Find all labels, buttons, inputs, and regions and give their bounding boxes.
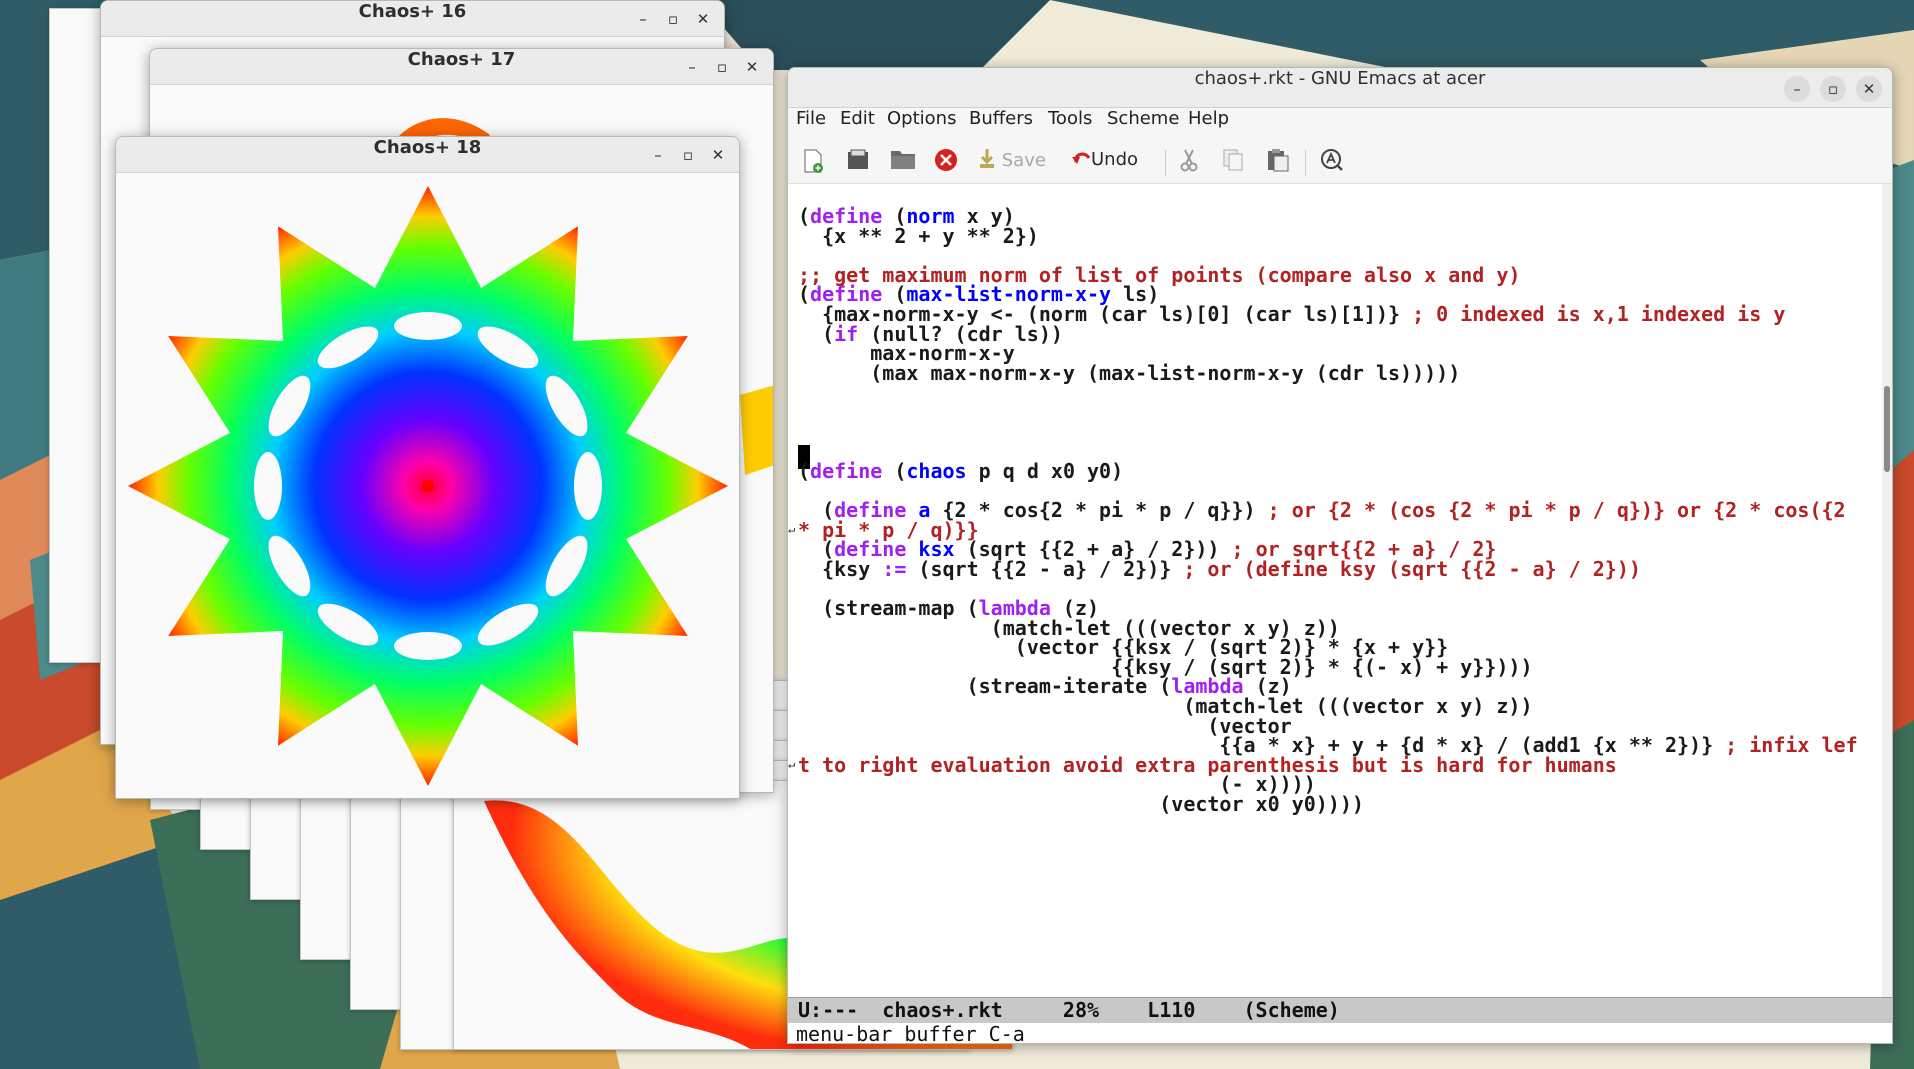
menu-file[interactable]: File [796, 108, 826, 142]
fractal-gap [591, 649, 612, 670]
fractal-gap [254, 452, 282, 520]
line-wrap-arrow-icon: ↵ [788, 756, 796, 771]
fractal-gap [354, 712, 375, 733]
mode-line: U:--- chaos+.rkt 28% L110 (Scheme) [788, 997, 1892, 1023]
vertical-scrollbar[interactable] [1882, 184, 1892, 1043]
line-wrap-arrow-icon: ↵ [788, 521, 796, 536]
title-bar[interactable]: Chaos+ 16 – ▫ ✕ [101, 1, 724, 37]
fractal-gap [394, 312, 462, 340]
chaos18-window[interactable]: Chaos+ 18 – ▫ ✕ [115, 136, 740, 799]
open-file-icon[interactable] [846, 148, 870, 178]
emacs-window[interactable]: chaos+.rkt - GNU Emacs at acer – ▫ ✕ Fil… [787, 67, 1893, 1044]
maximize-icon[interactable]: ▫ [675, 142, 701, 168]
maximize-icon[interactable]: ▫ [709, 54, 735, 80]
fractal-gap [394, 632, 462, 660]
close-buffer-icon[interactable] [934, 148, 958, 178]
minimize-icon[interactable]: – [645, 142, 671, 168]
menu-bar: File Edit Options Buffers Tools Scheme H… [788, 108, 1892, 142]
code-comment: ; infix lef [1725, 733, 1858, 758]
window-title: chaos+.rkt - GNU Emacs at acer [1194, 68, 1486, 89]
code-text: p q d x0 y0) [966, 458, 1124, 483]
code-line: (vector x0 y0)))) [798, 792, 1364, 816]
code-comment: ; or {2 * (cos {2 * pi * p / q})} or {2 … [1267, 498, 1858, 522]
close-icon[interactable]: ✕ [705, 142, 731, 168]
code-line: {ksy := (sqrt {{2 - a} / 2})} ; or (defi… [798, 557, 1641, 581]
plot-canvas [116, 173, 739, 798]
paste-icon[interactable] [1266, 148, 1290, 178]
fractal-gap [244, 649, 265, 670]
fractal-gap [654, 412, 675, 433]
fractal-center [422, 480, 434, 492]
copy-icon[interactable] [1222, 148, 1244, 178]
minimize-icon[interactable]: – [630, 6, 656, 32]
code-text: ( [882, 458, 907, 483]
title-bar[interactable]: Chaos+ 18 – ▫ ✕ [116, 137, 739, 173]
close-icon[interactable]: ✕ [1856, 76, 1882, 102]
menu-scheme[interactable]: Scheme [1107, 108, 1179, 142]
toolbar-separator [1165, 150, 1166, 176]
title-bar[interactable]: Chaos+ 17 – ▫ ✕ [150, 49, 773, 85]
code-text: (max max-norm-x-y (max-list-norm-x-y (cd… [798, 360, 1461, 385]
undo-button[interactable]: Undo [1071, 148, 1138, 178]
undo-label: Undo [1091, 149, 1139, 170]
code-keyword: define [810, 458, 883, 483]
code-editor-buffer[interactable]: (define (norm x y) {x ** 2 + y ** 2});; … [788, 184, 1884, 1043]
search-icon[interactable] [1320, 148, 1344, 178]
maximize-icon[interactable]: ▫ [660, 6, 686, 32]
tool-bar: Save Undo [788, 142, 1892, 184]
close-icon[interactable]: ✕ [690, 6, 716, 32]
save-button[interactable]: Save [978, 148, 1046, 178]
code-text: (vector x0 y0)))) [798, 792, 1364, 816]
fractal-gap [574, 452, 602, 520]
code-comment: ; or (define ksy (sqrt {{2 - a} / 2})) [1183, 556, 1641, 581]
open-directory-icon[interactable] [890, 148, 916, 178]
code-line: (define (chaos p q d x0 y0) [798, 459, 1123, 483]
fractal-gap [481, 239, 502, 260]
close-icon[interactable]: ✕ [739, 54, 765, 80]
code-keyword: := [882, 556, 907, 581]
menu-help[interactable]: Help [1188, 108, 1229, 142]
fractal-gap [654, 539, 675, 560]
fractal-gap [354, 239, 375, 260]
code-text: {x ** 2 + y ** 2}) [798, 223, 1039, 248]
menu-tools[interactable]: Tools [1048, 108, 1092, 142]
fractal-gap [181, 412, 202, 433]
scrollbar-thumb[interactable] [1884, 386, 1890, 472]
fractal-gap [181, 539, 202, 560]
code-text: ( [798, 458, 811, 483]
code-comment: ; 0 indexed is x,1 indexed is y [1412, 302, 1786, 326]
code-text: {ksy [798, 556, 883, 581]
menu-edit[interactable]: Edit [840, 108, 875, 142]
maximize-icon[interactable]: ▫ [1820, 76, 1846, 102]
echo-area[interactable]: menu-bar buffer C-a [788, 1023, 1892, 1043]
fractal-gap [481, 712, 502, 733]
fractal-gap [591, 302, 612, 323]
new-file-icon[interactable] [802, 148, 824, 178]
title-bar[interactable]: chaos+.rkt - GNU Emacs at acer – ▫ ✕ [788, 68, 1892, 108]
code-function-name: chaos [906, 458, 967, 483]
code-text: (sqrt {{2 - a} / 2})} [906, 556, 1184, 581]
menu-options[interactable]: Options [887, 108, 956, 142]
fractal-plot [128, 186, 728, 786]
menu-buffers[interactable]: Buffers [969, 108, 1033, 142]
save-label: Save [1001, 150, 1046, 171]
code-line: {x ** 2 + y ** 2}) [798, 224, 1039, 248]
code-line: (max max-norm-x-y (max-list-norm-x-y (cd… [798, 361, 1460, 385]
cut-icon[interactable] [1178, 148, 1200, 178]
code-text: {2 * cos{2 * pi * p / q}}) [930, 498, 1268, 522]
toolbar-separator [1305, 150, 1306, 176]
minimize-icon[interactable]: – [1784, 76, 1810, 102]
minimize-icon[interactable]: – [679, 54, 705, 80]
fractal-gap [244, 302, 265, 323]
